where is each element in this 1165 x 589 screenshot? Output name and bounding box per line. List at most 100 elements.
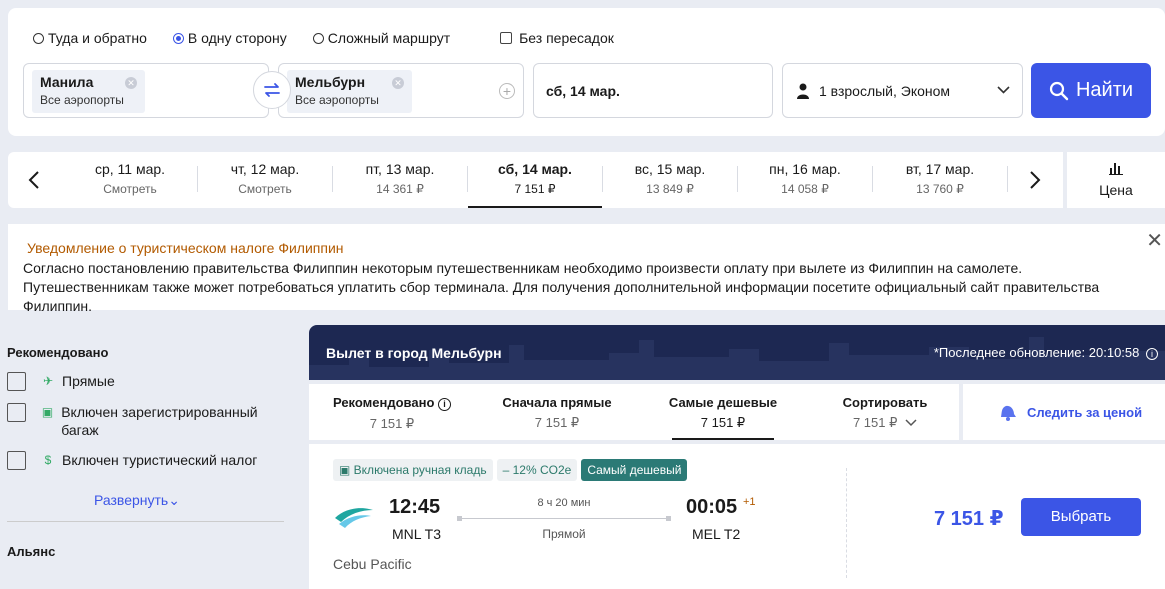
flight-tags: ▣ Включена ручная кладь – 12% CO2e Самый… (333, 459, 691, 481)
flight-stops: Прямой (542, 527, 586, 541)
airline-name: Cebu Pacific (333, 556, 412, 572)
nonstop-checkbox[interactable]: Без пересадок (500, 30, 614, 46)
chevron-down-icon (997, 86, 1010, 94)
arrival-time: 00:05 (686, 496, 738, 518)
chevron-right-icon (1030, 171, 1041, 189)
filter-direct[interactable]: ✈ Прямые (7, 372, 287, 391)
date-option[interactable]: вс, 15 мар. 13 849 ₽ (603, 152, 737, 208)
origin-chip: Манила Все аэропорты ✕ (32, 70, 145, 113)
notice-body: Согласно постановлению правительства Фил… (23, 260, 1100, 314)
departure-airport: MNL T3 (392, 526, 442, 542)
flight-card[interactable]: ▣ Включена ручная кладь – 12% CO2e Самый… (309, 444, 1165, 589)
trip-multicity-label: Сложный маршрут (327, 30, 451, 46)
sort-price: 7 151 ₽ (852, 415, 898, 430)
checkbox-icon[interactable] (500, 32, 513, 44)
expand-filters-link[interactable]: Развернуть⌄ (0, 492, 287, 509)
date-price: 13 849 ₽ (646, 182, 694, 196)
sort-dropdown[interactable]: Сортировать 7 151 ₽ (804, 384, 966, 440)
destination-chip: Мельбурн Все аэропорты ✕ (287, 70, 412, 113)
search-panel: Туда и обратно В одну сторону Сложный ма… (8, 8, 1165, 136)
passengers-value: 1 взрослый, Эконом (819, 83, 951, 99)
date-option[interactable]: вт, 17 мар. 13 760 ₽ (873, 152, 1007, 208)
route-line (457, 516, 671, 521)
filter-checked-baggage[interactable]: ▣ Включен зарегистрированный багаж (7, 403, 287, 439)
date-option-selected[interactable]: сб, 14 мар. 7 151 ₽ (468, 152, 602, 208)
destination-field[interactable]: Мельбурн Все аэропорты ✕ + (278, 63, 524, 118)
date-label: пт, 13 мар. (365, 161, 435, 177)
person-icon (797, 83, 809, 99)
sort-label: Сначала прямые (502, 395, 612, 410)
date-label: сб, 14 мар. (498, 161, 572, 177)
trip-roundtrip-option[interactable]: Туда и обратно (33, 30, 147, 46)
trip-multicity-option[interactable]: Сложный маршрут (312, 30, 451, 46)
origin-airports: Все аэропорты (40, 93, 124, 107)
date-field[interactable]: сб, 14 мар. (533, 63, 773, 118)
close-icon[interactable]: ✕ (1146, 228, 1163, 253)
sort-cheapest[interactable]: Самые дешевые 7 151 ₽ (642, 384, 804, 440)
search-icon (1049, 81, 1069, 100)
checkbox-icon[interactable] (7, 451, 26, 470)
sort-label: Самые дешевые (668, 395, 778, 410)
tax-notice: Уведомление о туристическом налоге Филип… (8, 224, 1165, 314)
filter-label: Включен зарегистрированный багаж (61, 404, 258, 438)
origin-field[interactable]: Манила Все аэропорты ✕ (23, 63, 269, 118)
divider (1007, 166, 1008, 192)
flight-price: 7 151 ₽ (934, 508, 1004, 530)
divider (7, 521, 284, 522)
price-alert-label: Следить за ценой (1027, 405, 1143, 420)
checkbox-icon[interactable] (7, 372, 26, 391)
date-option[interactable]: пн, 16 мар. 14 058 ₽ (738, 152, 872, 208)
radio-selected-icon[interactable] (172, 32, 184, 44)
results-header: Вылет в город Мельбурн *Последнее обновл… (309, 325, 1165, 380)
next-dates-button[interactable] (1023, 166, 1047, 194)
date-price: Смотреть (103, 182, 157, 196)
price-alert-button[interactable]: Следить за ценой (963, 384, 1165, 440)
filter-tourist-tax[interactable]: $ Включен туристический налог (7, 451, 287, 470)
date-option[interactable]: пт, 13 мар. 14 361 ₽ (333, 152, 467, 208)
tag-co2: – 12% CO2e (496, 459, 578, 481)
clear-origin-icon[interactable]: ✕ (125, 77, 137, 89)
filters-sidebar: Рекомендовано ✈ Прямые ▣ Включен зарегис… (7, 330, 287, 559)
date-label: чт, 12 мар. (230, 161, 300, 177)
trip-oneway-option[interactable]: В одну сторону (172, 30, 287, 46)
date-price: 14 058 ₽ (781, 182, 829, 196)
date-option[interactable]: чт, 12 мар. Смотреть (198, 152, 332, 208)
checkbox-icon[interactable] (7, 403, 26, 422)
info-icon[interactable]: i (1146, 348, 1158, 360)
radio-icon[interactable] (33, 32, 44, 44)
bar-chart-icon (1109, 163, 1123, 175)
prev-dates-button[interactable] (22, 166, 46, 194)
info-icon[interactable]: i (438, 398, 452, 411)
swap-icon (264, 83, 280, 97)
price-chart-button[interactable]: Цена (1067, 152, 1165, 208)
date-value: сб, 14 мар. (546, 83, 620, 99)
date-label: вт, 17 мар. (905, 161, 975, 177)
next-day-indicator: +1 (743, 496, 756, 508)
airline-logo-icon (335, 508, 373, 528)
luggage-icon: ▣ (339, 463, 354, 477)
add-destination-icon[interactable]: + (499, 83, 515, 99)
notice-title: Уведомление о туристическом налоге Филип… (27, 240, 344, 256)
expand-label: Развернуть (94, 492, 169, 508)
sort-label: Сортировать (842, 395, 928, 410)
departure-time: 12:45 (389, 496, 441, 518)
date-label: ср, 11 мар. (94, 161, 166, 177)
radio-icon[interactable] (312, 32, 324, 44)
date-option[interactable]: ср, 11 мар. Смотреть (63, 152, 197, 208)
filter-label: Включен туристический налог (62, 452, 258, 468)
clear-destination-icon[interactable]: ✕ (392, 77, 404, 89)
nonstop-label: Без пересадок (519, 30, 614, 46)
sort-label: Рекомендовано (332, 395, 435, 410)
find-button[interactable]: Найти (1031, 63, 1151, 118)
swap-button[interactable] (253, 71, 291, 109)
trip-type-options: Туда и обратно В одну сторону Сложный ма… (33, 30, 640, 46)
price-chart-label: Цена (1099, 182, 1133, 198)
select-flight-button[interactable]: Выбрать (1021, 498, 1141, 536)
results-title: Вылет в город Мельбурн (326, 345, 502, 361)
sort-direct-first[interactable]: Сначала прямые 7 151 ₽ (476, 384, 638, 440)
date-price: 7 151 ₽ (514, 182, 556, 196)
luggage-icon: ▣ (41, 405, 54, 419)
passengers-field[interactable]: 1 взрослый, Эконом (782, 63, 1023, 118)
sort-recommended[interactable]: Рекомендовано i 7 151 ₽ (311, 384, 473, 440)
alliance-title: Альянс (7, 544, 56, 559)
